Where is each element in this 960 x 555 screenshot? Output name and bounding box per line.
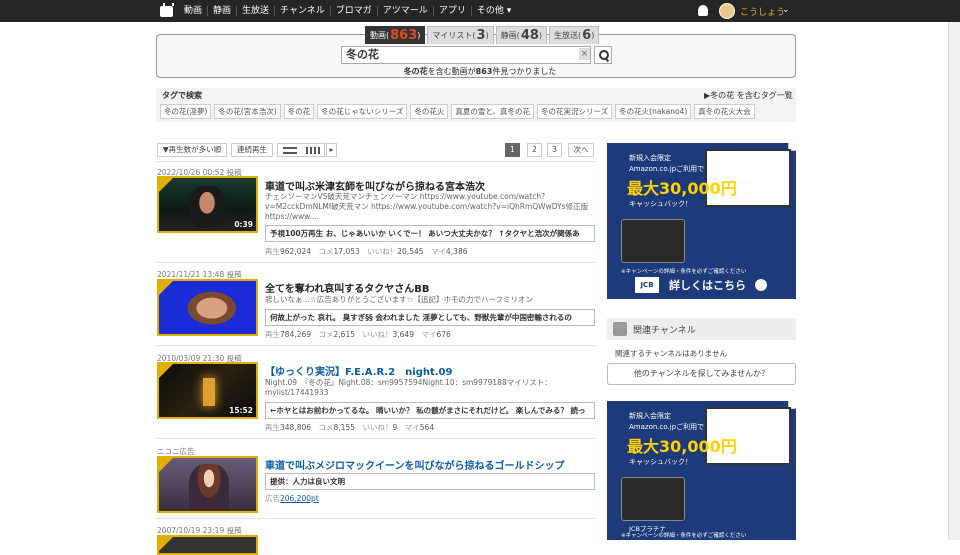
vertical-scrollbar[interactable]: [948, 22, 960, 540]
user-avatar[interactable]: [719, 3, 735, 19]
result-count-text: 冬の花を含む動画が863件見つかりました: [403, 67, 557, 76]
nav-video[interactable]: 動画: [179, 6, 207, 16]
top-navigation-bar: 動画 静画 生放送 チャンネル ブロマガ アツマール アプリ その他 ▾ こうし…: [0, 0, 960, 22]
credit-card-image: [621, 477, 685, 521]
video-title[interactable]: 車道で叫ぶ米津玄師を叫びながら掠ねる宮本浩次: [265, 178, 485, 193]
tag-item[interactable]: 真夏の雪と、真冬の花: [451, 104, 535, 119]
video-stats: 再生962,024 コメ17,053 いいね！20,545 マイ4,386: [265, 247, 468, 256]
latest-comments: 予視100万再生 お、じゃあいいか いくでー！ あいつ大丈夫かな？ ↑タクヤと浩…: [265, 225, 595, 242]
video-thumbnail[interactable]: [157, 279, 258, 336]
tag-item[interactable]: 冬の花(宮本浩次): [214, 104, 281, 119]
tab-live-count: 6: [582, 28, 592, 43]
tag-item[interactable]: 真冬の花火大会: [694, 104, 755, 119]
tag-search-heading: タグで検索: [162, 91, 202, 100]
nav-live[interactable]: 生放送: [236, 6, 274, 16]
nav-other[interactable]: その他 ▾: [470, 6, 516, 16]
tab-live[interactable]: 生放送(6): [549, 26, 600, 44]
tab-mylist[interactable]: マイリスト(3): [427, 26, 494, 44]
tab-seiga-count: 48: [520, 28, 539, 43]
video-thumbnail[interactable]: 0:39: [157, 176, 258, 233]
video-title[interactable]: 車道で叫ぶメジロマックイーンを叫びながら掠ねるゴールドシップ: [265, 457, 565, 472]
video-title[interactable]: 全てを奪われ哀叫するタクヤさんBB: [265, 280, 430, 295]
tag-item[interactable]: 冬の花(淫夢): [160, 104, 212, 119]
video-description: Night.09 『冬の花』Night.08：sm9957594Night.10…: [265, 378, 552, 397]
video-description: 悲しいなぁ…☆広告ありがとうございます☆【追記】ホモの力でハーフミリオン: [265, 295, 533, 304]
grid-view-icon[interactable]: [305, 146, 320, 154]
nicoad-points: 広告206,200pt: [265, 494, 319, 503]
global-nav: 動画 静画 生放送 チャンネル ブロマガ アツマール アプリ その他 ▾: [179, 6, 516, 16]
crown-icon: [159, 178, 173, 192]
jcb-logo: JCB: [635, 277, 659, 293]
video-thumbnail[interactable]: [157, 535, 258, 555]
nav-atsumaru[interactable]: アツマール: [376, 6, 433, 16]
sort-dropdown[interactable]: ▼再生数が多い順: [157, 143, 227, 157]
video-duration: 0:39: [234, 220, 253, 229]
page-2-button[interactable]: 2: [527, 143, 542, 157]
thumbnail-figure: [189, 464, 229, 511]
tag-item[interactable]: 冬の花実況シリーズ: [537, 104, 613, 119]
page-1-button[interactable]: 1: [505, 143, 520, 157]
list-divider: [156, 518, 596, 519]
page-3-button[interactable]: 3: [547, 143, 562, 157]
video-duration: 15:52: [229, 406, 253, 415]
related-tags-link[interactable]: ▶冬の花 を含むタグ一覧: [704, 90, 793, 101]
sidebar-ad-banner[interactable]: 新規入会限定 Amazon.co.jpご利用で 最大30,000円 キャッシュバ…: [607, 143, 796, 299]
latest-comments: 何故上がった 哀れ。 臭すぎ§§ 会われました 淫夢としても、野獣先輩が中国密輸…: [265, 309, 595, 326]
search-input[interactable]: 冬の花: [341, 46, 591, 64]
username[interactable]: こうしょう: [740, 5, 785, 18]
list-divider: [156, 345, 596, 346]
list-divider: [156, 438, 596, 439]
niconico-logo-icon[interactable]: [160, 2, 174, 17]
clear-search-icon[interactable]: ×: [579, 48, 590, 60]
crown-icon: [159, 537, 173, 551]
video-thumbnail[interactable]: [157, 456, 258, 513]
list-divider: [156, 161, 596, 162]
nav-channel[interactable]: チャンネル: [274, 6, 330, 16]
tab-seiga[interactable]: 静画(48): [495, 26, 548, 44]
view-mode-toggle: [277, 143, 325, 157]
channel-icon: [613, 322, 627, 336]
nav-app[interactable]: アプリ: [432, 6, 471, 16]
related-channel-header: 関連チャンネル: [607, 318, 796, 340]
video-stats: 再生348,806 コメ8,155 いいね！9 マイ564: [265, 423, 435, 432]
search-type-tabs: 動画(863) マイリスト(3) 静画(48) 生放送(6): [365, 26, 600, 44]
thumbnail-light: [203, 378, 215, 406]
tab-video[interactable]: 動画(863): [365, 26, 426, 44]
nav-blomaga[interactable]: ブロマガ: [329, 6, 377, 16]
related-channel-title: 関連チャンネル: [633, 325, 696, 336]
continuous-play-button[interactable]: 連続再生: [231, 143, 273, 157]
find-channels-button[interactable]: 他のチャンネルを探してみませんか？: [607, 363, 796, 385]
list-view-icon[interactable]: [282, 146, 297, 154]
search-button[interactable]: [594, 46, 612, 64]
more-options-button[interactable]: ▸: [326, 143, 337, 157]
tab-mylist-count: 3: [476, 28, 486, 43]
tag-item[interactable]: 冬の花火: [410, 104, 449, 119]
crown-icon: [159, 364, 173, 378]
sidebar-ad-banner-2[interactable]: 新規入会限定 Amazon.co.jpご利用で 最大30,000円 キャッシュバ…: [607, 401, 796, 540]
arrow-right-icon: [755, 279, 767, 291]
thumbnail-figure: [181, 291, 237, 329]
nicoad-sponsor: 提供：人力は良い文明: [265, 473, 595, 490]
latest-comments: ←ホヤとはお前わかってるな。 晴いいか？ 私の髄がまさにそれだけど。 楽しんでみ…: [265, 402, 595, 419]
video-title[interactable]: 【ゆっくり実況】F.E.A.R.2 night.09: [265, 363, 452, 378]
tab-video-count: 863: [390, 28, 418, 43]
list-divider: [156, 262, 596, 263]
next-page-button[interactable]: 次へ: [568, 143, 594, 157]
notification-bell-icon[interactable]: [698, 5, 708, 16]
video-thumbnail[interactable]: 15:52: [157, 362, 258, 419]
no-channel-message: 関連するチャンネルはありません: [615, 349, 728, 358]
tag-item[interactable]: 冬の花: [283, 104, 315, 119]
video-description: チェンソーマンVS破天荒マンチェンソーマン https://www.youtub…: [265, 192, 589, 221]
crown-icon: [159, 458, 173, 472]
user-menu-chevron-icon[interactable]: ⌄: [782, 5, 790, 15]
crown-icon: [159, 281, 173, 295]
tag-list: 冬の花(淫夢) 冬の花(宮本浩次) 冬の花 冬の花じゃないシリーズ 冬の花火 真…: [160, 104, 755, 119]
credit-card-image: [621, 219, 685, 263]
thumbnail-figure: [189, 186, 225, 228]
tag-item[interactable]: 冬の花火(nakano4): [615, 104, 692, 119]
video-stats: 再生784,269 コメ2,615 いいね！3,649 マイ676: [265, 330, 451, 339]
nav-seiga[interactable]: 静画: [207, 6, 236, 16]
tag-item[interactable]: 冬の花じゃないシリーズ: [317, 104, 408, 119]
